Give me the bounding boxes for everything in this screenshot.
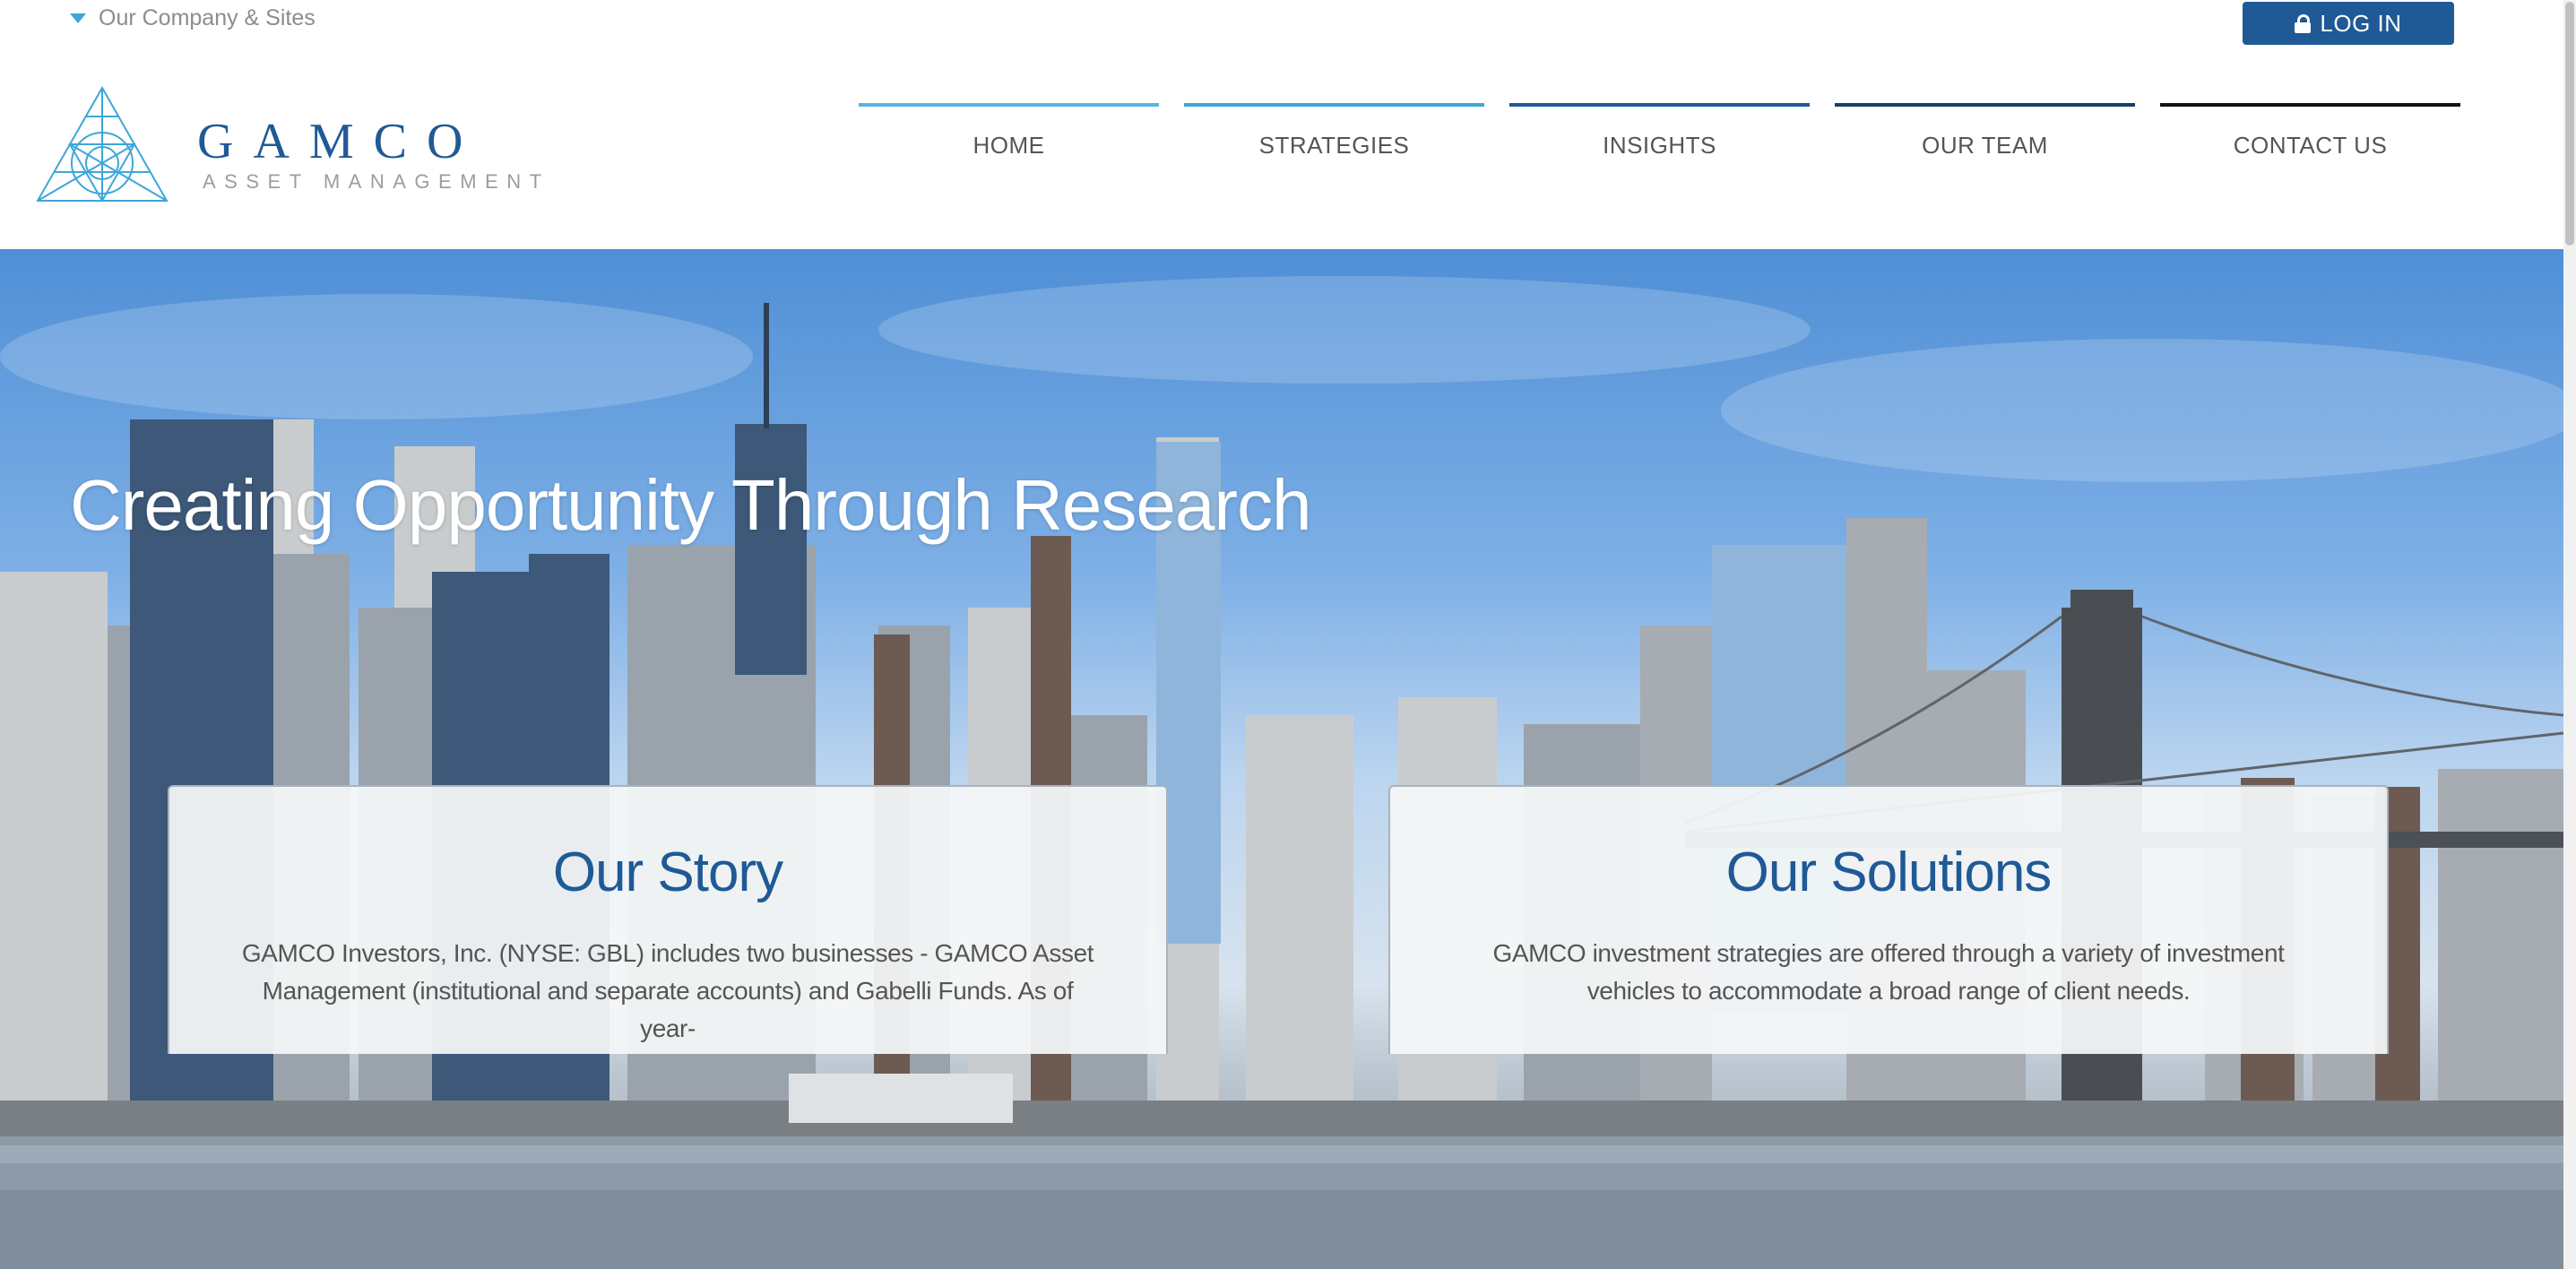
scrollbar-thumb[interactable] xyxy=(2565,2,2574,246)
nav-item-our-team[interactable]: OUR TEAM xyxy=(1835,103,2135,160)
nav-item-home[interactable]: HOME xyxy=(859,103,1159,160)
nav-item-strategies[interactable]: STRATEGIES xyxy=(1184,103,1484,160)
nav-item-contact-us[interactable]: CONTACT US xyxy=(2160,103,2460,160)
main-nav: HOME STRATEGIES INSIGHTS OUR TEAM CONTAC… xyxy=(859,103,2460,160)
triangle-down-icon xyxy=(70,13,86,23)
nav-item-insights[interactable]: INSIGHTS xyxy=(1509,103,1810,160)
hero-banner: Creating Opportunity Through Research xyxy=(0,249,2563,1269)
login-button[interactable]: LOG IN xyxy=(2243,2,2454,45)
login-label: LOG IN xyxy=(2320,9,2402,37)
page-scrollbar[interactable] xyxy=(2563,0,2576,1269)
triangle-lattice-logo xyxy=(36,85,169,203)
our-story-title[interactable]: Our Story xyxy=(169,841,1166,904)
our-story-card: Our Story GAMCO Investors, Inc. (NYSE: G… xyxy=(168,785,1168,1054)
our-solutions-card: Our Solutions GAMCO investment strategie… xyxy=(1388,785,2389,1054)
our-solutions-title[interactable]: Our Solutions xyxy=(1390,841,2387,904)
company-sites-toggle[interactable]: Our Company & Sites xyxy=(70,2,316,34)
logo-tagline: ASSET MANAGEMENT xyxy=(203,170,550,193)
hero-headline: Creating Opportunity Through Research xyxy=(70,465,1312,545)
our-story-text: GAMCO Investors, Inc. (NYSE: GBL) includ… xyxy=(241,939,1094,1042)
company-sites-label: Our Company & Sites xyxy=(99,4,316,30)
city-skyline-image xyxy=(0,276,2563,1269)
logo-wordmark: GAMCO xyxy=(197,114,483,169)
lock-icon xyxy=(2295,14,2312,33)
gamco-logo[interactable]: GAMCO ASSET MANAGEMENT xyxy=(34,84,541,206)
our-solutions-text: GAMCO investment strategies are offered … xyxy=(1492,939,2285,1005)
